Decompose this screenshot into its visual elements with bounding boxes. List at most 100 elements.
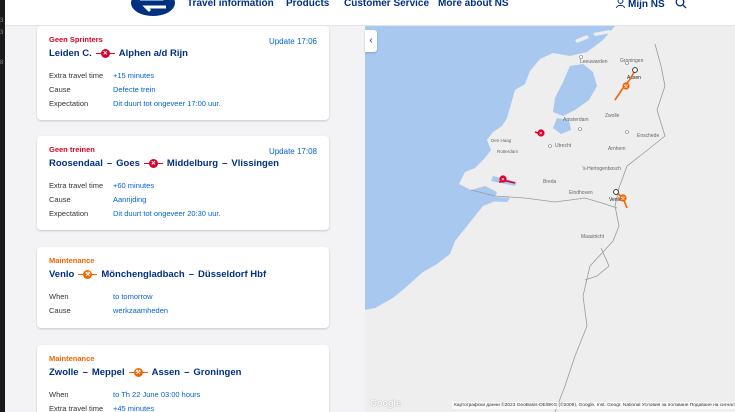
disruption-icon-glyph: ✕ xyxy=(501,177,505,183)
detail-label: When xyxy=(49,390,69,399)
route-station: Groningen xyxy=(193,367,242,378)
station-marker-venlo[interactable] xyxy=(613,189,619,195)
edge-mark: 8 xyxy=(0,60,4,66)
route-separator: – xyxy=(188,269,195,280)
detail-row: Cause Aanrijding xyxy=(49,193,317,207)
detail-row: When to tomorrow xyxy=(49,290,317,304)
card-status: Maintenance xyxy=(49,354,95,363)
search-icon[interactable] xyxy=(675,0,687,9)
map-label-den-haag: Den Haag xyxy=(491,138,512,143)
card-details: When to tomorrow Cause werkzaamheden xyxy=(49,290,317,318)
detail-value: +15 minutes xyxy=(113,71,155,80)
station-marker xyxy=(578,127,582,131)
route-station: Middelburg xyxy=(166,158,219,169)
card-route: Zwolle – Meppel ⚒ Assen – Groningen xyxy=(49,367,317,378)
route-station: Alphen a/d Rijn xyxy=(118,48,188,59)
map-label-maastricht: Maastricht xyxy=(581,234,605,240)
detail-value: Dit duurt tot ongeveer 20:30 uur. xyxy=(113,209,221,218)
detail-label: Cause xyxy=(49,195,71,204)
edge-mark: 3 xyxy=(0,30,4,36)
edge-mark: 3 xyxy=(0,18,4,24)
collapse-panel-button[interactable]: ‹ xyxy=(365,30,377,52)
card-details: Extra travel time +15 minutes Cause Defect… xyxy=(49,69,317,111)
no-trains-icon: ✕ xyxy=(95,49,115,58)
card-route: Leiden C. ✕ Alphen a/d Rijn xyxy=(49,48,317,59)
detail-row: Extra travel time +15 minutes xyxy=(49,69,317,83)
nav-customer-service[interactable]: Customer Service xyxy=(344,0,429,9)
detail-label: Extra travel time xyxy=(49,181,104,190)
nav-products[interactable]: Products xyxy=(286,0,329,9)
detail-label: Expectation xyxy=(49,209,89,218)
detail-row: Extra travel time +60 minutes xyxy=(49,179,317,193)
map-label-rotterdam: Rotterdam xyxy=(497,149,518,154)
route-station: Mönchengladbach xyxy=(101,269,185,280)
detail-value: to tomorrow xyxy=(113,292,153,301)
route-separator: – xyxy=(82,367,88,378)
detail-value: Dit duurt tot ongeveer 17:00 uur. xyxy=(113,99,221,108)
detail-value: werkzaamheden xyxy=(113,306,169,315)
maintenance-icon-glyph: ⚒ xyxy=(624,84,629,90)
detail-value: Defecte trein xyxy=(113,85,156,94)
account-label: Mijn NS xyxy=(628,0,665,10)
route-station: Düsseldorf Hbf xyxy=(198,269,267,280)
route-station: Roosendaal xyxy=(49,158,103,169)
no-trains-icon: ✕ xyxy=(143,159,163,168)
card-update-time: Update 17:06 xyxy=(268,37,317,46)
map-label-amsterdam: Amsterdam xyxy=(563,117,589,123)
detail-row: Expectation Dit duurt tot ongeveer 17:00 … xyxy=(49,97,317,111)
detail-row: Cause Defecte trein xyxy=(49,83,317,97)
top-navigation: Travel information Products Customer Ser… xyxy=(5,0,735,26)
station-marker xyxy=(548,144,552,148)
detail-value: to Th 22 June 03:00 hours xyxy=(113,390,201,399)
disruption-card[interactable]: Geen treinen Update 17:08 Roosendaal – G… xyxy=(37,136,329,230)
chevron-left-icon: ‹ xyxy=(369,35,373,46)
detail-label: Cause xyxy=(49,85,71,94)
detail-row: Extra travel time +45 minutes xyxy=(49,402,317,412)
maintenance-card[interactable]: Maintenance Venlo ⚒ Mönchengladbach – Dü… xyxy=(37,247,329,328)
route-station: Assen xyxy=(151,367,181,378)
detail-value: +60 minutes xyxy=(113,181,155,190)
card-details: Extra travel time +60 minutes Cause Aanrij… xyxy=(49,179,317,221)
detail-row: Cause werkzaamheden xyxy=(49,304,317,318)
account-link[interactable]: Mijn NS xyxy=(616,0,665,10)
map-label-eindhoven: Eindhoven xyxy=(569,190,593,196)
card-route: Roosendaal – Goes ✕ Middelburg – Vlissin… xyxy=(49,158,317,169)
google-logo: Google xyxy=(370,398,401,408)
map-attribution[interactable]: Картографски данни ©2023 GeoBasis-DE/BKG… xyxy=(452,402,735,409)
map-label-breda: Breda xyxy=(543,179,557,185)
detail-label: Expectation xyxy=(49,99,89,108)
route-separator: – xyxy=(106,158,113,169)
disruption-list[interactable]: Geen Sprinters Update 17:06 Leiden C. ✕ … xyxy=(5,26,365,412)
disruption-icon-glyph: ✕ xyxy=(539,131,543,137)
map-label-zwolle: Zwolle xyxy=(605,113,620,119)
map-land xyxy=(365,26,735,412)
nav-more-about-ns[interactable]: More about NS xyxy=(438,0,509,9)
station-marker-assen[interactable] xyxy=(632,67,638,73)
nav-travel-information[interactable]: Travel information xyxy=(187,0,274,9)
maintenance-card[interactable]: Maintenance Zwolle – Meppel ⚒ Assen – Gr… xyxy=(37,345,329,412)
map-label-leeuwarden: Leeuwarden xyxy=(580,59,608,65)
station-marker xyxy=(625,130,629,134)
map-canvas[interactable]: Leeuwarden Groningen Assen Zwolle Amster… xyxy=(365,26,735,412)
detail-value: Aanrijding xyxy=(113,195,147,204)
station-marker xyxy=(579,55,583,59)
map-label-enschede: Enschede xyxy=(637,133,659,139)
route-station: Meppel xyxy=(91,367,125,378)
map-label-s-hertogenbosch: 's-Hertogenbosch xyxy=(582,166,621,172)
disruption-card[interactable]: Geen Sprinters Update 17:06 Leiden C. ✕ … xyxy=(37,26,329,120)
card-route: Venlo ⚒ Mönchengladbach – Düsseldorf Hbf xyxy=(49,269,317,280)
detail-label: Cause xyxy=(49,306,71,315)
detail-value: +45 minutes xyxy=(113,404,155,412)
route-separator: – xyxy=(184,367,190,378)
station-marker xyxy=(625,61,629,65)
maintenance-icon: ⚒ xyxy=(128,368,148,377)
maintenance-icon-glyph: ⚒ xyxy=(621,196,626,202)
detail-label: When xyxy=(49,292,69,301)
route-station: Leiden C. xyxy=(49,48,92,59)
disruption-map[interactable]: Leeuwarden Groningen Assen Zwolle Amster… xyxy=(365,26,735,412)
ns-logo[interactable] xyxy=(130,0,176,18)
map-label-arnhem: Arnhem xyxy=(608,146,626,152)
route-station: Vlissingen xyxy=(231,158,279,169)
route-station: Goes xyxy=(116,158,140,169)
map-label-groningen: Groningen xyxy=(620,58,644,64)
